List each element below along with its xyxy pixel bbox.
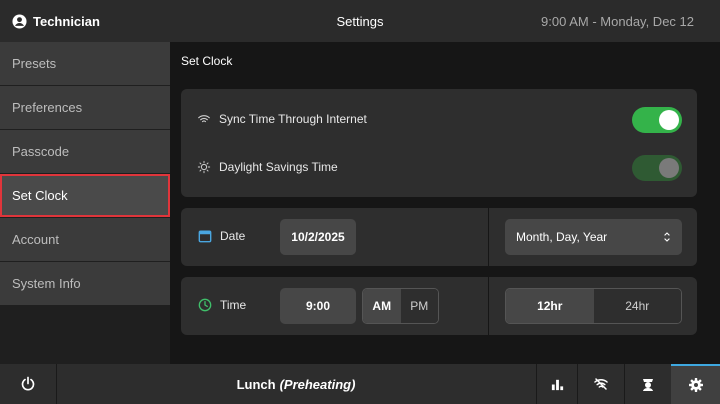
main-content: Set Clock Sync Time Through Internet Day… [170, 42, 720, 364]
wifi-icon [198, 115, 210, 123]
time-panel: Time 9:00 AM PM [181, 277, 488, 335]
sync-row: Sync Time Through Internet [197, 112, 367, 126]
user-name: Technician [33, 13, 100, 29]
pm-option[interactable]: PM [400, 289, 438, 323]
datetime-readout: 9:00 AM - Monday, Dec 12 [541, 13, 694, 29]
hour-format-toggle: 12hr 24hr [505, 288, 682, 324]
calendar-icon [198, 230, 212, 243]
date-value-field[interactable]: 10/2/2025 [280, 219, 356, 255]
date-format-value: Month, Day, Year [516, 230, 608, 244]
am-option[interactable]: AM [363, 289, 401, 323]
sidebar-item-passcode[interactable]: Passcode [0, 130, 170, 173]
sidebar-item-presets[interactable]: Presets [0, 42, 170, 85]
sidebar-item-set-clock[interactable]: Set Clock [0, 174, 170, 217]
time-label: Time [220, 298, 247, 312]
power-button[interactable] [0, 364, 56, 404]
12hr-option[interactable]: 12hr [506, 289, 594, 323]
clock-icon [198, 298, 212, 312]
wifi-button[interactable] [578, 364, 624, 404]
sync-panel: Sync Time Through Internet Daylight Savi… [181, 89, 697, 197]
technician-icon [643, 379, 653, 391]
sidebar-item-system-info[interactable]: System Info [0, 262, 170, 305]
bottom-bar: Lunch (Preheating) [0, 364, 720, 404]
dst-toggle[interactable] [632, 155, 682, 181]
status-state: (Preheating) [279, 376, 356, 392]
wifi-off-icon [594, 378, 608, 390]
date-panel: Date 10/2/2025 [181, 208, 488, 266]
sidebar: Presets Preferences Passcode Set Clock A… [0, 42, 170, 364]
time-value-field[interactable]: 9:00 [280, 288, 356, 324]
date-row: Date [198, 229, 245, 243]
sync-toggle[interactable] [632, 107, 682, 133]
am-pm-toggle: AM PM [362, 288, 439, 324]
service-button[interactable] [625, 364, 671, 404]
toggle-knob [659, 158, 679, 178]
gear-icon [688, 378, 703, 392]
cook-status[interactable]: Lunch (Preheating) [56, 364, 536, 404]
section-title: Set Clock [181, 54, 233, 68]
toggle-knob [659, 110, 679, 130]
sun-icon [197, 160, 211, 174]
user-badge[interactable]: Technician [12, 0, 100, 42]
status-name: Lunch [236, 376, 276, 392]
date-format-select[interactable]: Month, Day, Year [505, 219, 682, 255]
settings-button[interactable] [671, 364, 720, 404]
updown-chevron-icon [664, 232, 670, 242]
dst-row: Daylight Savings Time [197, 160, 338, 174]
time-row: Time [198, 298, 246, 312]
sidebar-item-account[interactable]: Account [0, 218, 170, 261]
date-format-panel: Month, Day, Year [489, 208, 697, 266]
top-bar: Technician Settings 9:00 AM - Monday, De… [0, 0, 720, 42]
time-format-panel: 12hr 24hr [489, 277, 697, 335]
stats-button[interactable] [537, 364, 577, 404]
date-label: Date [220, 229, 246, 243]
sync-label: Sync Time Through Internet [219, 112, 367, 126]
sidebar-item-preferences[interactable]: Preferences [0, 86, 170, 129]
power-icon [21, 376, 35, 391]
user-icon [12, 13, 27, 29]
dst-label: Daylight Savings Time [219, 160, 338, 174]
bar-chart-icon [551, 379, 563, 390]
24hr-option[interactable]: 24hr [593, 289, 681, 323]
